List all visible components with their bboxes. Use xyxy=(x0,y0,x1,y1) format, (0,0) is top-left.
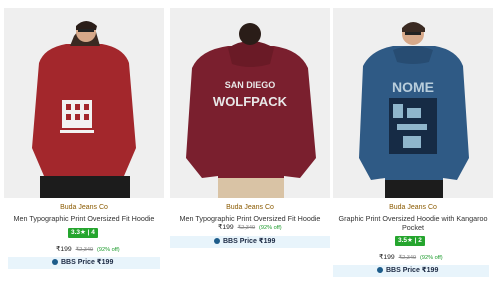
discount-label: (92% off) xyxy=(97,247,120,253)
brand-name[interactable]: Buda Jeans Co xyxy=(170,204,330,211)
product-image[interactable]: NOME xyxy=(333,8,493,198)
product-image[interactable] xyxy=(4,8,164,198)
bbs-price-label: BBS Price ₹199 xyxy=(223,238,276,245)
bbs-circle-icon xyxy=(52,259,58,265)
mrp-price: ₹2,349 xyxy=(237,225,256,231)
rating-badge: 3.3★ | 4 xyxy=(68,228,98,238)
bbs-price-bar: BBS Price ₹199 xyxy=(8,257,160,269)
product-card[interactable]: SAN DIEGO WOLFPACK Buda Jeans Co Men Typ… xyxy=(170,0,330,290)
price-row: ₹199 ₹2,349 (92% off) xyxy=(56,245,120,253)
product-image[interactable]: SAN DIEGO WOLFPACK xyxy=(170,8,330,198)
hoodie-photo: NOME xyxy=(333,8,493,198)
hoodie-photo: SAN DIEGO WOLFPACK xyxy=(170,8,330,198)
product-title[interactable]: Graphic Print Oversized Hoodie with Kang… xyxy=(333,214,493,232)
bbs-price-label: BBS Price ₹199 xyxy=(61,259,114,266)
discount-label: (92% off) xyxy=(259,225,282,231)
mrp-price: ₹2,349 xyxy=(75,247,94,253)
bbs-circle-icon xyxy=(377,267,383,273)
rating-badge: 3.5★ | 2 xyxy=(395,236,425,246)
price-row: ₹199 ₹2,349 (92% off) xyxy=(218,223,282,231)
product-grid: Buda Jeans Co Men Typographic Print Over… xyxy=(0,0,500,290)
product-card[interactable]: NOME Buda Jeans Co Graphic Print Oversiz… xyxy=(333,0,493,290)
back-print-line-1: SAN DIEGO xyxy=(225,80,276,90)
mrp-price: ₹2,349 xyxy=(398,255,417,261)
price-row: ₹199 ₹2,349 (92% off) xyxy=(379,253,443,261)
bbs-circle-icon xyxy=(214,238,220,244)
bbs-price-label: BBS Price ₹199 xyxy=(386,267,439,274)
product-card[interactable]: Buda Jeans Co Men Typographic Print Over… xyxy=(4,0,164,290)
hoodie-photo xyxy=(4,8,164,198)
bbs-price-bar: BBS Price ₹199 xyxy=(333,265,489,277)
bbs-price-bar: BBS Price ₹199 xyxy=(170,236,330,248)
product-title[interactable]: Men Typographic Print Oversized Fit Hood… xyxy=(170,214,330,223)
back-print-line-2: WOLFPACK xyxy=(213,94,288,109)
sale-price: ₹199 xyxy=(56,246,72,253)
brand-name[interactable]: Buda Jeans Co xyxy=(4,204,164,211)
discount-label: (92% off) xyxy=(420,255,443,261)
product-title[interactable]: Men Typographic Print Oversized Fit Hood… xyxy=(4,214,164,223)
sale-price: ₹199 xyxy=(379,254,395,261)
back-print-line-1: NOME xyxy=(392,79,434,95)
sale-price: ₹199 xyxy=(218,224,234,231)
brand-name[interactable]: Buda Jeans Co xyxy=(333,204,493,211)
